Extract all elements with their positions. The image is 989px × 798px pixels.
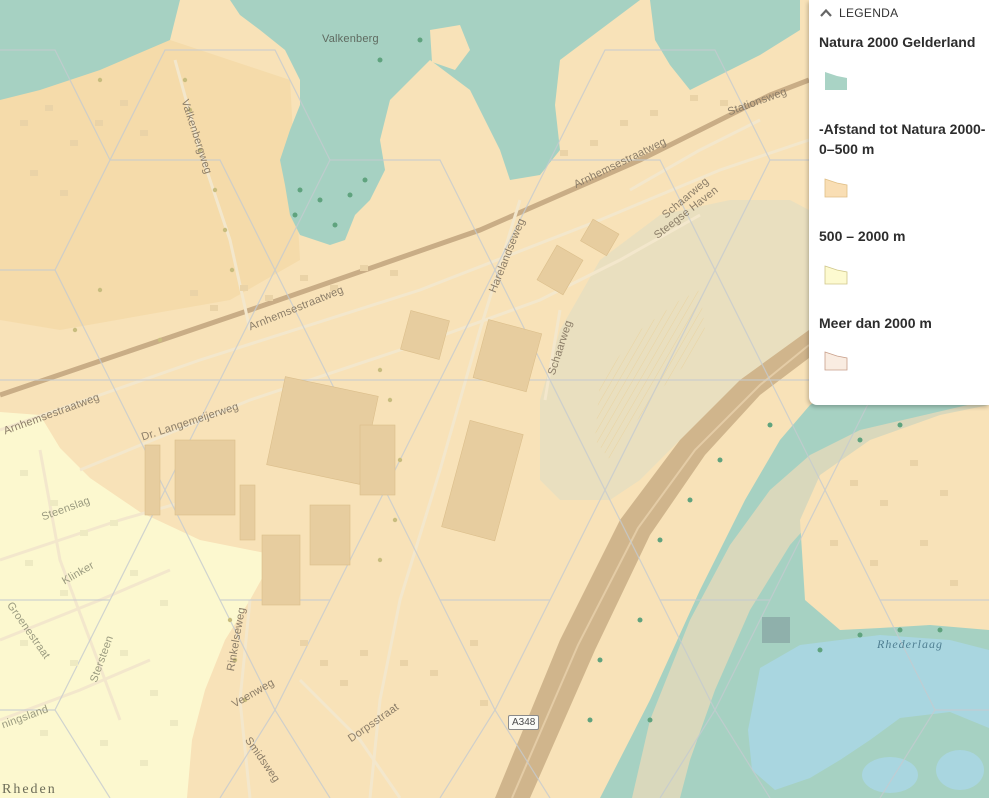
pond xyxy=(862,757,918,793)
legend-panel: LEGENDA Natura 2000 Gelderland -Afstand … xyxy=(809,0,989,405)
floodplain-building xyxy=(762,617,790,643)
label-rhederlaag: Rhederlaag xyxy=(877,637,943,651)
pond xyxy=(936,750,984,790)
legend-swatch-0-500m xyxy=(824,178,848,198)
legend-toggle[interactable]: LEGENDA xyxy=(819,6,898,20)
legend-swatch-500-2000m xyxy=(824,265,848,285)
legend-swatch-meer-dan-2000m xyxy=(824,351,848,371)
label-rheden: Rheden xyxy=(2,782,57,797)
legend-item-label: 500 – 2000 m xyxy=(819,228,906,244)
legend-toggle-label: LEGENDA xyxy=(839,6,899,20)
label-valkenberg: Valkenberg xyxy=(322,33,379,45)
legend-layer-title: Natura 2000 Gelderland xyxy=(819,34,976,50)
road-shield-a348: A348 xyxy=(508,715,540,730)
legend-item-label: -Afstand tot Natura 2000- 0–500 m xyxy=(819,121,986,157)
legend-swatch-natura xyxy=(825,72,847,90)
legend-item-label: Meer dan 2000 m xyxy=(819,315,932,331)
chevron-up-icon xyxy=(820,8,832,17)
